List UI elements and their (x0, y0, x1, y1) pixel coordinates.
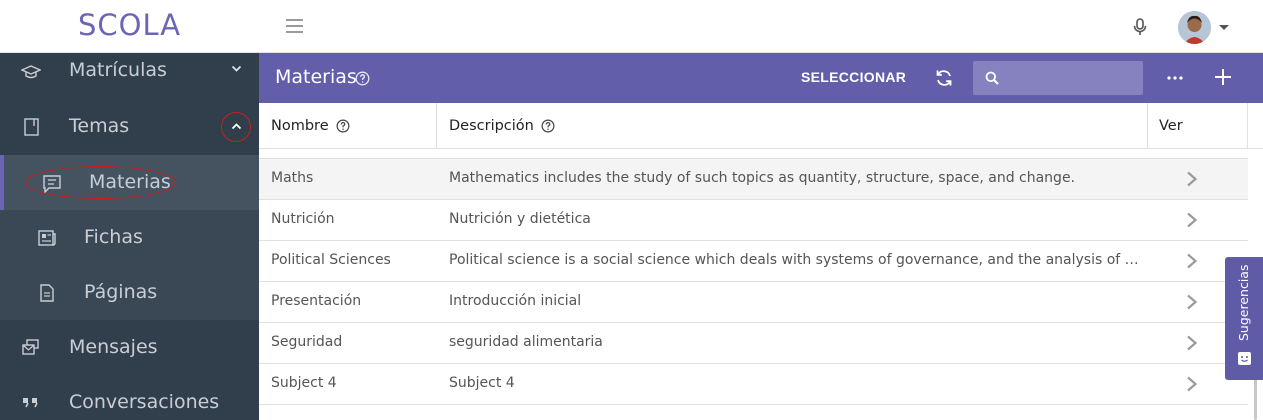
sidebar-item-mensajes[interactable]: Mensajes (0, 320, 259, 375)
table-row[interactable]: Nutrición Nutrición y dietética (259, 200, 1248, 241)
column-divider[interactable] (436, 103, 437, 149)
help-icon[interactable] (336, 119, 350, 133)
microphone-icon[interactable] (1132, 17, 1148, 37)
search-icon (985, 71, 999, 85)
view-chevron-icon[interactable] (1185, 212, 1199, 228)
sidebar-item-label: Fichas (84, 226, 143, 248)
sidebar-item-matriculas[interactable]: Matrículas (0, 45, 259, 100)
cell-nombre: Subject 4 (271, 375, 337, 391)
cell-nombre: Presentación (271, 293, 362, 309)
table-spacer (259, 149, 1248, 159)
feedback-tab[interactable]: Sugerencias (1225, 257, 1263, 380)
cell-nombre: Political Sciences (271, 252, 391, 268)
feedback-label: Sugerencias (1236, 264, 1251, 341)
sidebar-item-label: Páginas (84, 281, 158, 303)
user-avatar[interactable] (1178, 11, 1211, 44)
column-header-ver: Ver (1159, 103, 1183, 149)
refresh-icon[interactable] (934, 68, 954, 88)
table-header: Nombre Descripción Ver (259, 103, 1263, 149)
select-button[interactable]: SELECCIONAR (801, 69, 906, 85)
annotation-ellipse (25, 166, 176, 199)
column-header-label: Descripción (449, 118, 534, 134)
cell-descripcion: Introducción inicial (449, 293, 582, 309)
cell-descripcion: seguridad alimentaria (449, 334, 603, 350)
annotation-circle (221, 112, 251, 142)
chevron-down-icon[interactable] (231, 65, 242, 73)
table-row[interactable]: Political Sciences Political science is … (259, 241, 1248, 282)
add-icon[interactable] (1213, 67, 1233, 87)
view-chevron-icon[interactable] (1185, 253, 1199, 269)
newspaper-icon (38, 230, 56, 246)
view-chevron-icon[interactable] (1185, 171, 1199, 187)
column-header-label: Ver (1159, 118, 1183, 134)
help-icon[interactable] (355, 71, 370, 86)
quote-icon (23, 398, 38, 408)
messages-icon (22, 339, 39, 355)
sidebar-item-label: Matrículas (69, 59, 167, 81)
cell-descripcion: Nutrición y dietética (449, 211, 591, 227)
column-divider[interactable] (1147, 103, 1148, 149)
column-header-label: Nombre (271, 118, 329, 134)
cell-descripcion: Mathematics includes the study of such t… (449, 170, 1076, 186)
menu-toggle-icon[interactable] (286, 19, 303, 33)
search-field[interactable] (973, 61, 1143, 95)
cell-nombre: Nutrición (271, 211, 335, 227)
table-row-partial[interactable] (259, 405, 1248, 420)
search-input[interactable] (1005, 61, 1139, 95)
column-divider[interactable] (1247, 103, 1248, 149)
sidebar-item-conversaciones[interactable]: Conversaciones (0, 375, 259, 420)
view-chevron-icon[interactable] (1185, 335, 1199, 351)
sidebar-item-label: Mensajes (69, 336, 158, 358)
cell-nombre: Seguridad (271, 334, 343, 350)
view-chevron-icon[interactable] (1185, 376, 1199, 392)
sidebar-item-label: Temas (69, 115, 130, 137)
cell-descripcion: Subject 4 (449, 375, 515, 391)
sidebar-item-fichas[interactable]: Fichas (0, 210, 259, 265)
column-header-descripcion[interactable]: Descripción (449, 103, 555, 149)
page-title: Materias (275, 66, 357, 88)
smiley-chat-icon (1238, 352, 1251, 365)
avatar-dropdown-icon[interactable] (1219, 25, 1229, 30)
active-indicator (0, 155, 4, 210)
book-icon (24, 118, 39, 136)
column-header-nombre[interactable]: Nombre (271, 103, 350, 149)
content-toolbar: Materias SELECCIONAR (259, 53, 1263, 103)
cell-nombre: Maths (271, 170, 314, 186)
sidebar-item-label: Conversaciones (69, 391, 220, 413)
document-icon (40, 284, 54, 302)
graduation-cap-icon (21, 65, 41, 79)
table-row[interactable]: Presentación Introducción inicial (259, 282, 1248, 323)
cell-descripcion: Political science is a social science wh… (449, 252, 1139, 268)
table-row[interactable]: Seguridad seguridad alimentaria (259, 323, 1248, 364)
more-options-icon[interactable] (1165, 68, 1185, 88)
sidebar: Matrículas Temas Materias Fichas Páginas… (0, 53, 259, 420)
table-row[interactable]: Maths Mathematics includes the study of … (259, 159, 1248, 200)
view-chevron-icon[interactable] (1185, 294, 1199, 310)
table-row[interactable]: Subject 4 Subject 4 (259, 364, 1248, 405)
help-icon[interactable] (541, 119, 555, 133)
app-logo[interactable]: SCOLA (78, 8, 181, 42)
sidebar-item-paginas[interactable]: Páginas (0, 265, 259, 320)
